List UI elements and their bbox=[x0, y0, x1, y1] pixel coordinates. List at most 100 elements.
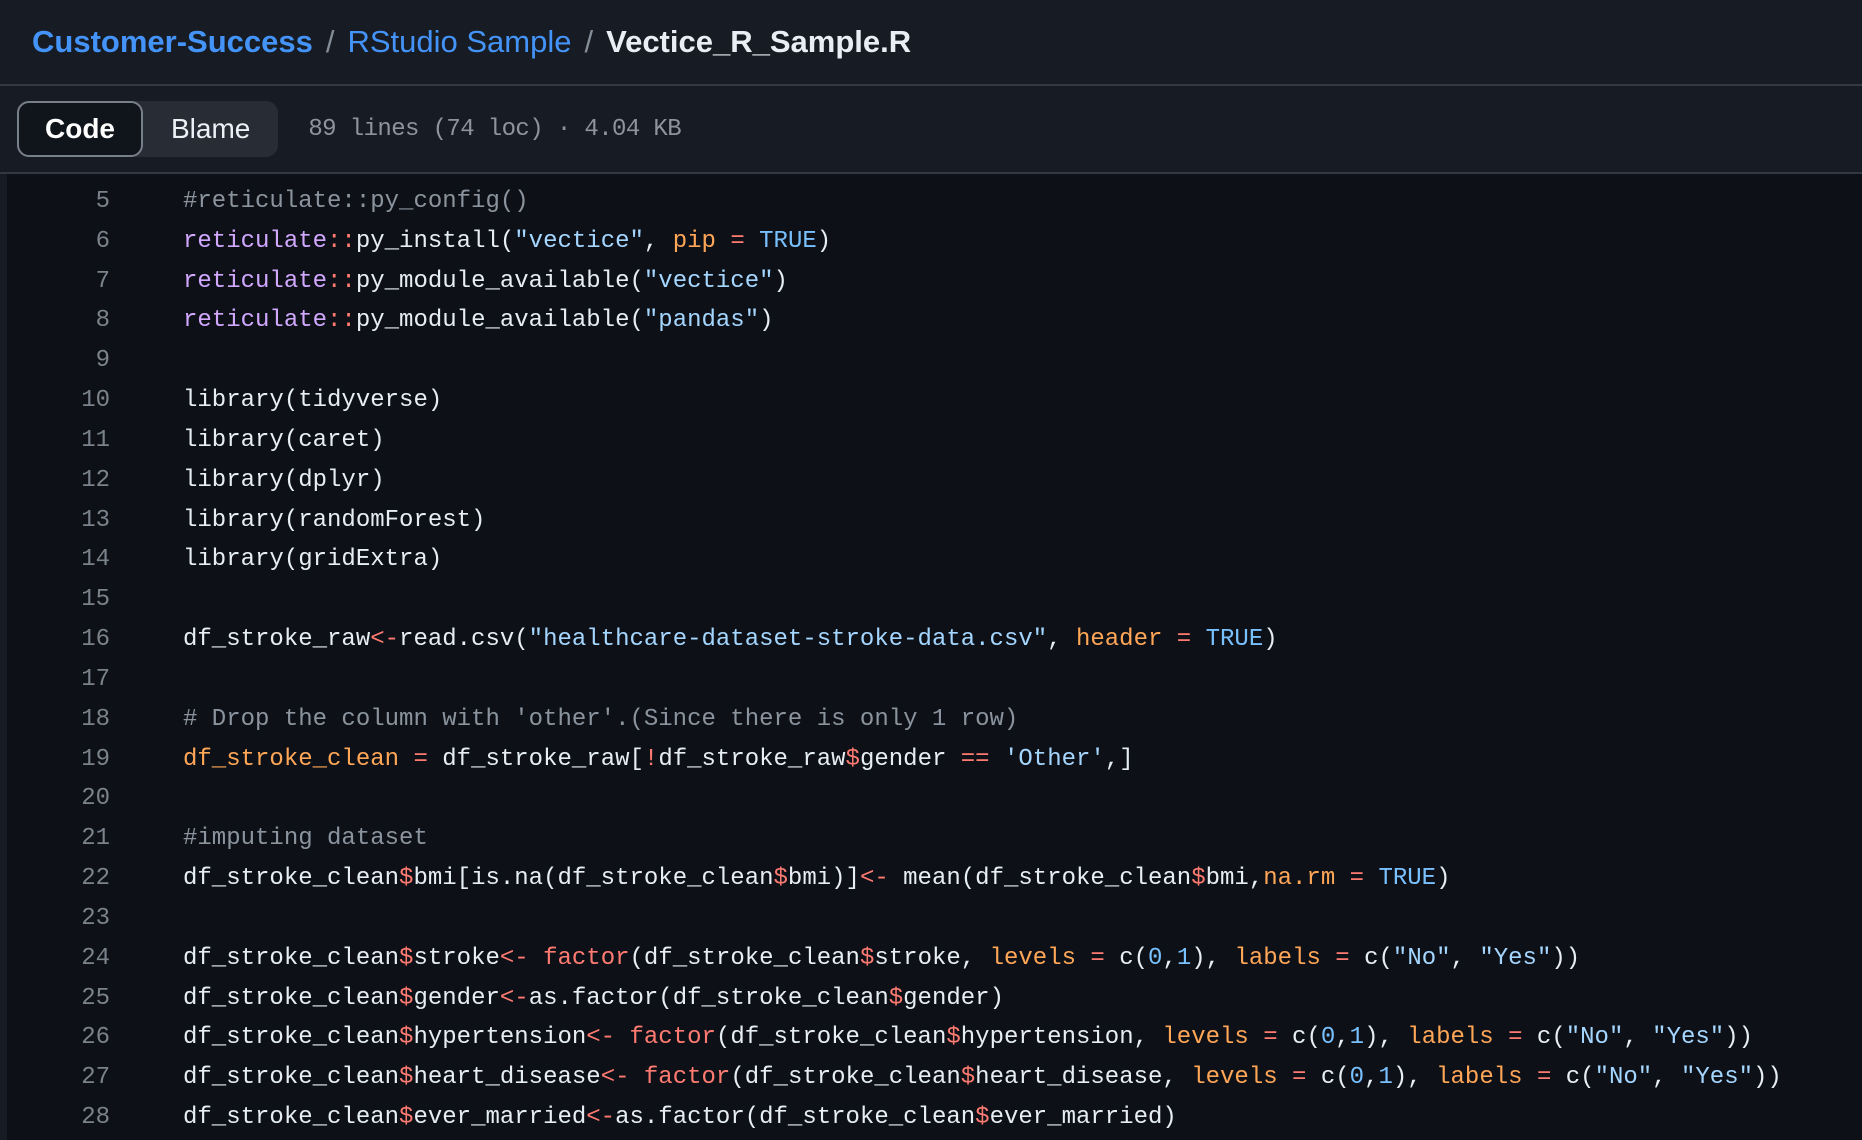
line-number[interactable]: 24 bbox=[0, 939, 110, 979]
line-number[interactable]: 25 bbox=[0, 979, 110, 1019]
code-token-module: reticulate bbox=[183, 228, 327, 255]
line-number[interactable]: 14 bbox=[0, 540, 110, 580]
code-row: 22df_stroke_clean$bmi[is.na(df_stroke_cl… bbox=[0, 859, 1862, 899]
code-row: 9 bbox=[0, 341, 1862, 381]
code-token-plain bbox=[990, 746, 1004, 773]
line-number[interactable]: 11 bbox=[0, 421, 110, 461]
line-number[interactable]: 16 bbox=[0, 620, 110, 660]
line-number[interactable]: 6 bbox=[0, 222, 110, 262]
line-number[interactable]: 22 bbox=[0, 859, 110, 899]
code-token-plain: ever_married bbox=[413, 1104, 586, 1131]
code-token-plain: hypertension bbox=[413, 1024, 586, 1051]
code-token-plain: c( bbox=[1551, 1064, 1594, 1091]
breadcrumb-separator: / bbox=[326, 24, 335, 60]
line-number[interactable]: 28 bbox=[0, 1098, 110, 1138]
blame-tab[interactable]: Blame bbox=[143, 101, 278, 157]
code-token-plain: ,] bbox=[1105, 746, 1134, 773]
code-token-keyword: = bbox=[1263, 1024, 1277, 1051]
line-number[interactable]: 17 bbox=[0, 660, 110, 700]
code-token-keyword: = bbox=[1177, 626, 1191, 653]
code-row: 26df_stroke_clean$hypertension<- factor(… bbox=[0, 1018, 1862, 1058]
code-line: df_stroke_clean$bmi[is.na(df_stroke_clea… bbox=[110, 859, 1450, 899]
code-token-plain: hypertension, bbox=[961, 1024, 1163, 1051]
code-token-const: TRUE bbox=[759, 228, 817, 255]
line-number[interactable]: 8 bbox=[0, 301, 110, 341]
breadcrumb-folder-link[interactable]: RStudio Sample bbox=[347, 24, 571, 60]
code-token-keyword: $ bbox=[399, 985, 413, 1012]
line-number[interactable]: 27 bbox=[0, 1058, 110, 1098]
code-row: 13library(randomForest) bbox=[0, 501, 1862, 541]
code-token-keyword: $ bbox=[975, 1104, 989, 1131]
code-token-plain: , bbox=[1652, 1064, 1681, 1091]
code-token-plain: (df_stroke_clean bbox=[730, 1064, 960, 1091]
code-token-keyword: = bbox=[730, 228, 744, 255]
code-token-keyword: $ bbox=[961, 1064, 975, 1091]
code-token-keyword: $ bbox=[846, 746, 860, 773]
code-token-plain bbox=[1321, 945, 1335, 972]
code-token-keyword: = bbox=[1508, 1024, 1522, 1051]
code-token-module: reticulate bbox=[183, 307, 327, 334]
code-token-plain: ever_married) bbox=[990, 1104, 1177, 1131]
line-number[interactable]: 12 bbox=[0, 461, 110, 501]
breadcrumb-separator: / bbox=[584, 24, 593, 60]
breadcrumb-file-name: Vectice_R_Sample.R bbox=[606, 24, 911, 60]
code-token-param: df_stroke_clean bbox=[183, 746, 399, 773]
line-number[interactable]: 21 bbox=[0, 819, 110, 859]
code-token-plain bbox=[399, 746, 413, 773]
code-token-const: 1 bbox=[1378, 1064, 1392, 1091]
code-row: 10library(tidyverse) bbox=[0, 381, 1862, 421]
code-token-plain: , bbox=[1364, 1064, 1378, 1091]
code-token-plain: ) bbox=[1263, 626, 1277, 653]
code-token-plain bbox=[1076, 945, 1090, 972]
line-number[interactable]: 26 bbox=[0, 1018, 110, 1058]
code-token-plain: df_stroke_raw bbox=[183, 626, 370, 653]
code-line: library(caret) bbox=[110, 421, 385, 461]
code-token-string: "Yes" bbox=[1479, 945, 1551, 972]
code-token-plain: bmi)] bbox=[788, 865, 860, 892]
code-token-plain: read.csv( bbox=[399, 626, 529, 653]
code-token-plain: ), bbox=[1393, 1064, 1436, 1091]
code-line: reticulate::py_install("vectice", pip = … bbox=[110, 222, 831, 262]
code-token-string: "vectice" bbox=[514, 228, 644, 255]
code-token-keyword: $ bbox=[399, 865, 413, 892]
code-line: library(randomForest) bbox=[110, 501, 485, 541]
code-token-plain bbox=[1364, 865, 1378, 892]
breadcrumb-repo-link[interactable]: Customer-Success bbox=[32, 24, 313, 60]
code-token-plain: c( bbox=[1278, 1024, 1321, 1051]
code-tab[interactable]: Code bbox=[17, 101, 143, 157]
code-token-keyword: $ bbox=[399, 1104, 413, 1131]
line-number[interactable]: 23 bbox=[0, 899, 110, 939]
code-line: library(dplyr) bbox=[110, 461, 385, 501]
code-token-plain: , bbox=[644, 228, 673, 255]
line-number[interactable]: 7 bbox=[0, 262, 110, 302]
line-number[interactable]: 10 bbox=[0, 381, 110, 421]
line-number[interactable]: 18 bbox=[0, 700, 110, 740]
code-token-keyword: <- bbox=[370, 626, 399, 653]
line-number[interactable]: 5 bbox=[0, 182, 110, 222]
line-number[interactable]: 15 bbox=[0, 580, 110, 620]
code-token-comment: #imputing dataset bbox=[183, 825, 428, 852]
line-number[interactable]: 13 bbox=[0, 501, 110, 541]
code-token-keyword: = bbox=[1335, 945, 1349, 972]
code-token-plain: , bbox=[1623, 1024, 1652, 1051]
code-token-plain: library(dplyr) bbox=[183, 467, 385, 494]
code-token-param: levels bbox=[1162, 1024, 1248, 1051]
file-toolbar: Code Blame 89 lines (74 loc) · 4.04 KB bbox=[0, 86, 1862, 174]
code-row: 8reticulate::py_module_available("pandas… bbox=[0, 301, 1862, 341]
code-token-string: "Yes" bbox=[1681, 1064, 1753, 1091]
code-token-plain bbox=[1249, 1024, 1263, 1051]
code-token-plain: ) bbox=[817, 228, 831, 255]
code-token-keyword: $ bbox=[1191, 865, 1205, 892]
code-token-plain: c( bbox=[1105, 945, 1148, 972]
code-token-keyword: = bbox=[1090, 945, 1104, 972]
code-token-keyword: $ bbox=[860, 945, 874, 972]
code-token-param: header bbox=[1076, 626, 1162, 653]
code-token-plain: gender bbox=[413, 985, 499, 1012]
code-token-string: "pandas" bbox=[644, 307, 759, 334]
line-number[interactable]: 20 bbox=[0, 779, 110, 819]
line-number[interactable]: 19 bbox=[0, 740, 110, 780]
code-token-plain: (df_stroke_clean bbox=[630, 945, 860, 972]
code-token-const: 1 bbox=[1177, 945, 1191, 972]
line-number[interactable]: 9 bbox=[0, 341, 110, 381]
code-token-plain: df_stroke_clean bbox=[183, 945, 399, 972]
